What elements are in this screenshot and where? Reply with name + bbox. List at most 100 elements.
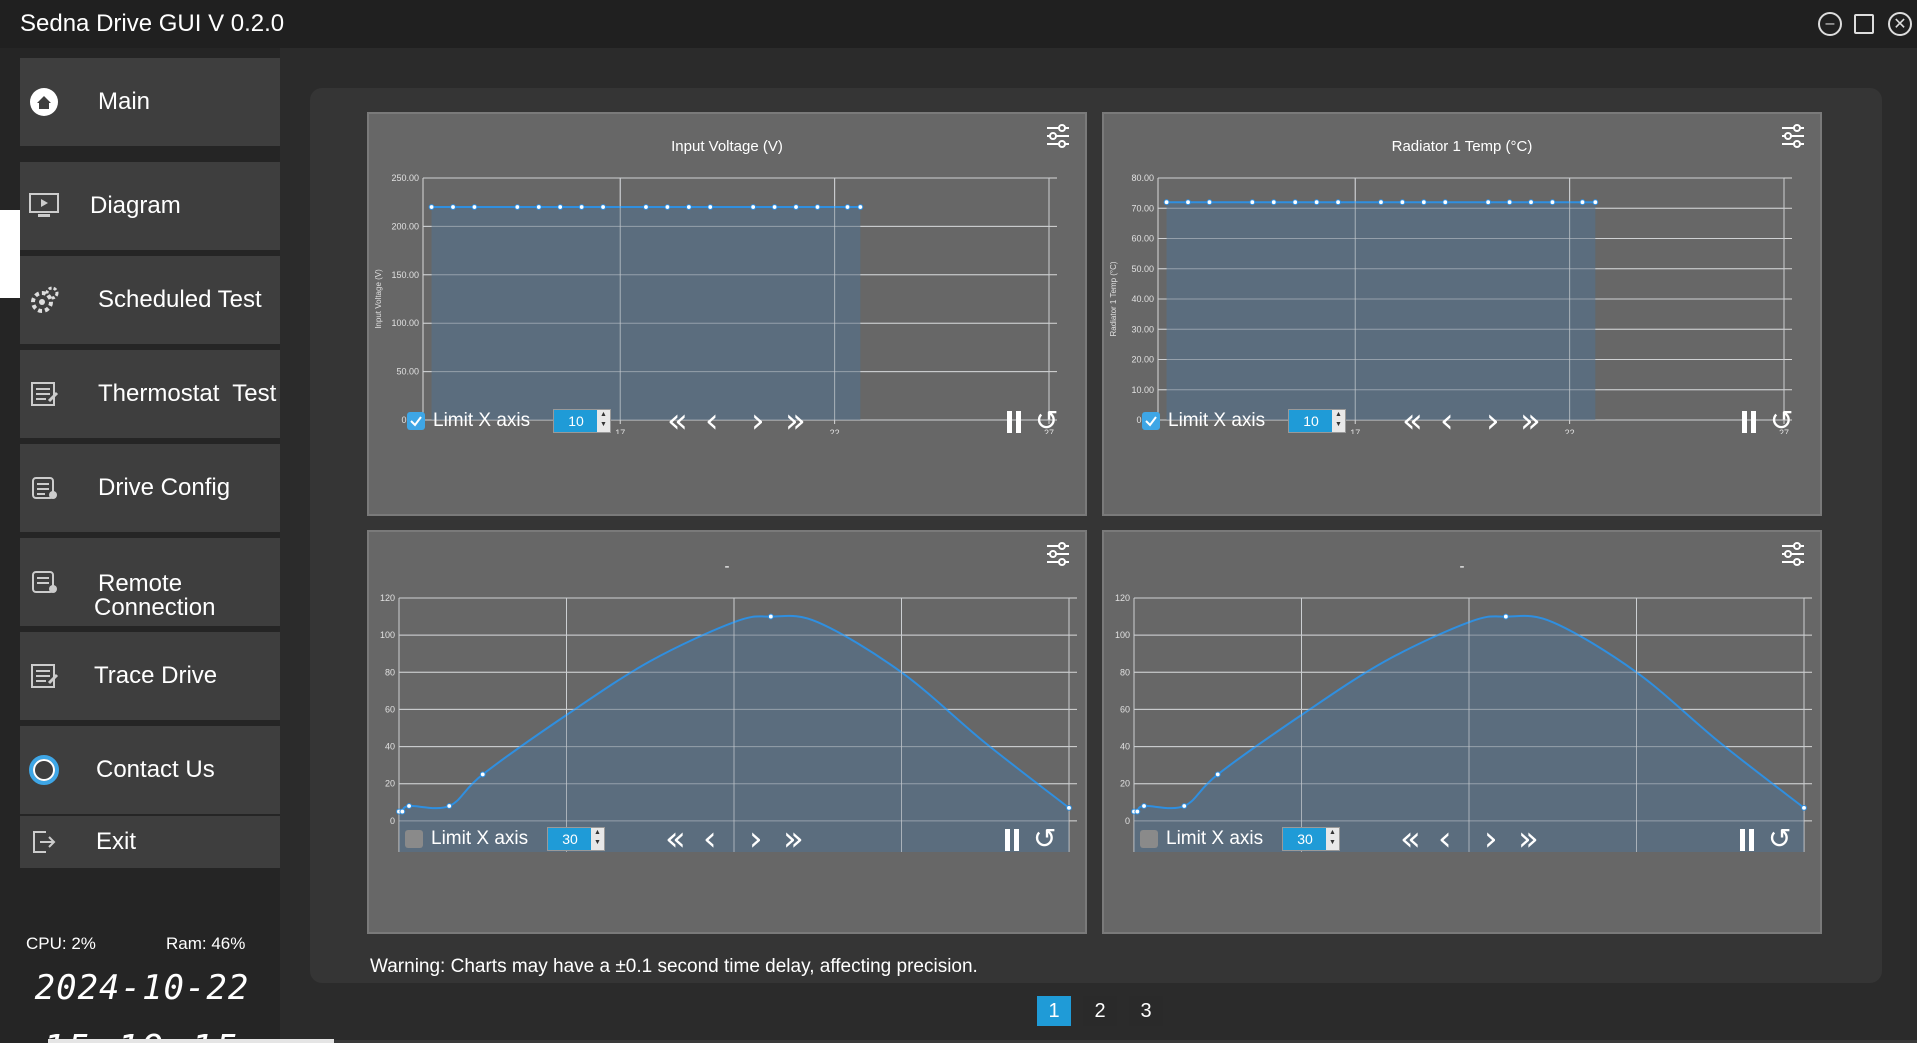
prev-page-icon[interactable]: ‹ [1438, 822, 1452, 856]
sidebar-item-diagram[interactable]: Diagram [20, 162, 280, 250]
sidebar-item-exit[interactable]: Exit [20, 816, 280, 868]
reset-icon[interactable]: ↺ [1768, 825, 1791, 853]
sidebar-item-scheduled-test[interactable]: Scheduled Test [20, 256, 280, 344]
data-point [1181, 803, 1188, 809]
ram-usage: Ram: 46% [166, 934, 246, 953]
sidebar-item-label: Main [98, 88, 151, 115]
sidebar-item-remote-connection[interactable]: Remote Connection [20, 538, 280, 626]
limit-x-axis-spinbox[interactable]: 30 ▲ ▼ [547, 827, 605, 851]
data-point [1592, 199, 1599, 206]
next-page-icon[interactable]: › [751, 404, 765, 438]
y-tick-label: 0 [1125, 816, 1130, 826]
limit-x-axis-label: Limit X axis [431, 828, 529, 849]
page-button-2[interactable]: 2 [1083, 996, 1117, 1026]
first-page-icon[interactable]: « [1402, 404, 1423, 438]
limit-x-axis-spinbox[interactable]: 30 ▲ ▼ [1282, 827, 1340, 851]
clipboard-icon [28, 378, 60, 410]
spinbox-arrows[interactable]: ▲ ▼ [1326, 828, 1339, 850]
active-nav-indicator [0, 210, 20, 298]
data-point [814, 204, 821, 210]
data-point [471, 204, 478, 210]
reset-icon[interactable]: ↺ [1033, 825, 1056, 853]
data-point [428, 204, 435, 210]
sidebar-item-thermostat-test[interactable]: Thermostat Test [20, 350, 280, 438]
data-point [771, 204, 778, 210]
prev-page-icon[interactable]: ‹ [705, 404, 719, 438]
data-point [767, 613, 774, 620]
chart-card-input-voltage: Input Voltage (V)0.0050.00100.00150.0020… [367, 112, 1087, 516]
next-page-icon[interactable]: › [1484, 822, 1498, 856]
spinbox-arrows[interactable]: ▲ ▼ [1332, 410, 1345, 432]
clock-date: 2024-10-22 [34, 968, 250, 1008]
pause-icon[interactable] [1005, 829, 1021, 851]
sidebar-item-trace-drive[interactable]: Trace Drive [20, 632, 280, 720]
data-point [535, 204, 542, 210]
status-line [48, 1039, 334, 1043]
data-point [844, 204, 851, 210]
data-point [1141, 803, 1147, 809]
title-bar: Sedna Drive GUI V 0.2.0 – ✕ [0, 0, 1917, 48]
maximize-icon[interactable] [1854, 14, 1874, 34]
pause-icon[interactable] [1740, 829, 1756, 851]
limit-x-axis-checkbox[interactable] [405, 830, 423, 848]
last-page-icon[interactable]: » [1520, 404, 1541, 438]
sidebar-item-label: Exit [96, 828, 137, 855]
data-point [479, 771, 486, 778]
gear-icon [28, 284, 60, 316]
prev-page-icon[interactable]: ‹ [703, 822, 717, 856]
next-page-icon[interactable]: › [1486, 404, 1500, 438]
sidebar-item-label: Scheduled Test [98, 286, 262, 313]
spinbox-arrows[interactable]: ▲ ▼ [597, 410, 610, 432]
data-point [1378, 199, 1384, 206]
data-point [643, 204, 649, 210]
y-tick-label: 30.00 [1131, 324, 1154, 334]
spinbox-value[interactable]: 30 [548, 828, 592, 850]
page-button-1[interactable]: 1 [1037, 996, 1071, 1026]
pause-icon[interactable] [1007, 411, 1023, 433]
limit-x-axis-checkbox[interactable] [1142, 412, 1160, 430]
data-point [1506, 199, 1513, 206]
last-page-icon[interactable]: » [785, 404, 806, 438]
next-page-icon[interactable]: › [749, 822, 763, 856]
sidebar-item-drive-config[interactable]: Drive Config [20, 444, 280, 532]
sidebar-item-main[interactable]: Main [20, 58, 280, 146]
reset-icon[interactable]: ↺ [1770, 407, 1793, 435]
limit-x-axis-spinbox[interactable]: 10 ▲ ▼ [553, 409, 611, 433]
pause-icon[interactable] [1742, 411, 1758, 433]
prev-page-icon[interactable]: ‹ [1440, 404, 1454, 438]
data-point [1163, 199, 1170, 206]
data-point [600, 204, 606, 210]
limit-x-axis-spinbox[interactable]: 10 ▲ ▼ [1288, 409, 1346, 433]
y-tick-label: 10.00 [1131, 385, 1154, 395]
spinbox-value[interactable]: 30 [1283, 828, 1327, 850]
exit-icon [28, 826, 60, 858]
sidebar-item-label-line1: Remote [98, 570, 183, 597]
page-button-3[interactable]: 3 [1129, 996, 1163, 1026]
sidebar-item-contact-us[interactable]: Contact Us [20, 726, 280, 814]
data-point [1185, 199, 1191, 206]
y-tick-label: 80.00 [1131, 173, 1154, 183]
limit-x-axis-label: Limit X axis [1166, 828, 1264, 849]
first-page-icon[interactable]: « [667, 404, 688, 438]
y-tick-label: 50.00 [396, 367, 419, 377]
window-title: Sedna Drive GUI V 0.2.0 [20, 10, 285, 37]
spinbox-value[interactable]: 10 [1289, 410, 1333, 432]
last-page-icon[interactable]: » [1518, 822, 1539, 856]
data-point [1485, 199, 1492, 206]
minimize-icon[interactable]: – [1818, 12, 1842, 36]
data-point [1528, 199, 1534, 206]
last-page-icon[interactable]: » [783, 822, 804, 856]
reset-icon[interactable]: ↺ [1035, 407, 1058, 435]
spinbox-value[interactable]: 10 [554, 410, 598, 432]
y-tick-label: 0 [390, 816, 395, 826]
limit-x-axis-checkbox[interactable] [1140, 830, 1158, 848]
first-page-icon[interactable]: « [665, 822, 686, 856]
first-page-icon[interactable]: « [1400, 822, 1421, 856]
data-point [1134, 808, 1141, 815]
sidebar-item-label: Contact Us [96, 756, 215, 783]
close-icon[interactable]: ✕ [1888, 12, 1912, 36]
spinbox-arrows[interactable]: ▲ ▼ [591, 828, 604, 850]
y-tick-label: 40 [1120, 742, 1130, 752]
limit-x-axis-checkbox[interactable] [407, 412, 425, 430]
data-point [1579, 199, 1586, 206]
